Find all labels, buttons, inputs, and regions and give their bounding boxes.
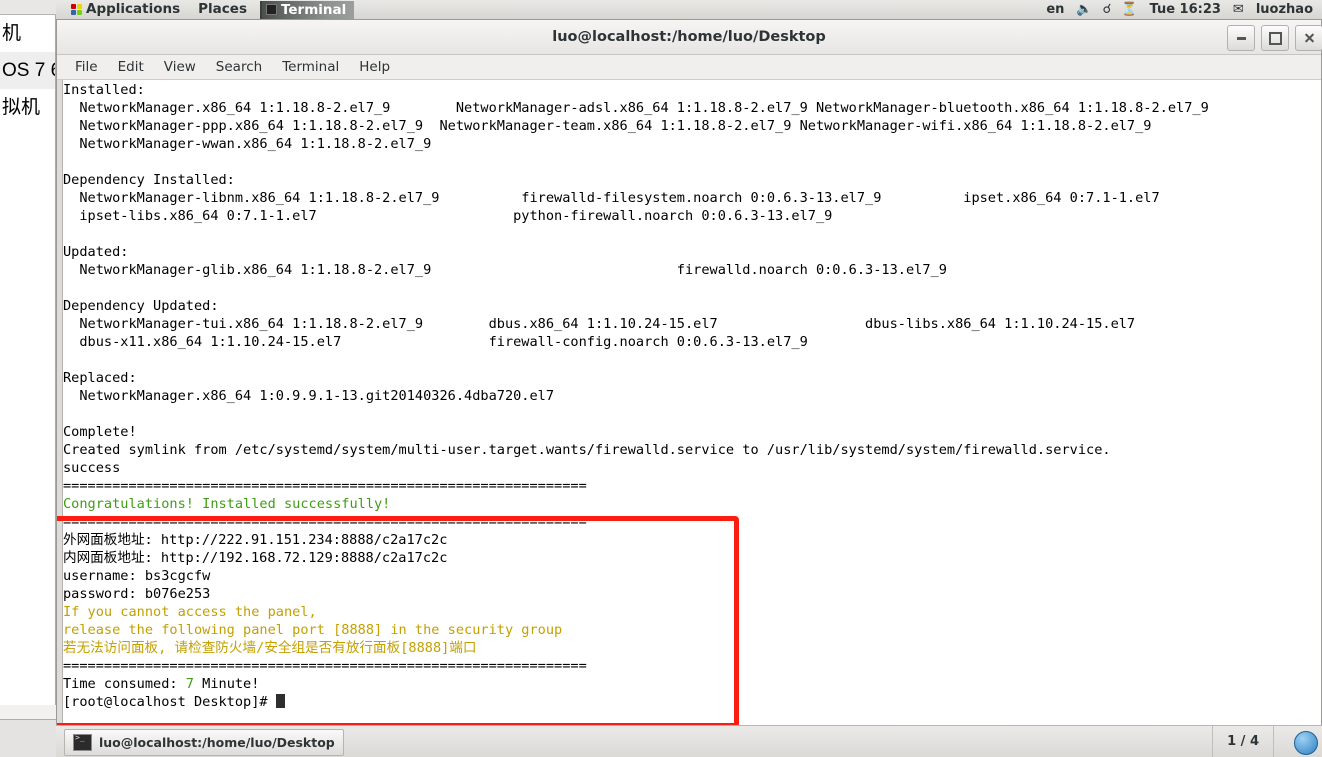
vm-tree-item[interactable]: 拟机 bbox=[0, 89, 55, 126]
user-icon: ✉ bbox=[1232, 2, 1244, 17]
time-consumed-unit: Minute! bbox=[193, 676, 260, 692]
terminal-line: NetworkManager.x86_64 1:1.18.8-2.el7_9 N… bbox=[63, 100, 1209, 116]
volume-icon[interactable]: 🔈 bbox=[1071, 0, 1097, 19]
terminal-line: Installed: bbox=[63, 82, 145, 98]
terminal-line: ========================================… bbox=[63, 478, 587, 494]
terminal-line: 外网面板地址: http://222.91.151.234:8888/c2a17… bbox=[63, 532, 448, 548]
places-menu[interactable]: Places bbox=[189, 0, 256, 19]
applications-menu-label: Applications bbox=[86, 1, 181, 17]
taskbar-window-button[interactable]: luo@localhost:/home/luo/Desktop bbox=[64, 729, 344, 756]
terminal-line: NetworkManager-ppp.x86_64 1:1.18.8-2.el7… bbox=[63, 118, 1152, 134]
terminal-window: luo@localhost:/home/luo/Desktop File Edi… bbox=[56, 19, 1322, 727]
window-title: luo@localhost:/home/luo/Desktop bbox=[552, 29, 826, 45]
window-controls bbox=[1227, 25, 1322, 51]
terminal-line: Complete! bbox=[63, 424, 137, 440]
applications-icon bbox=[71, 4, 82, 15]
maximize-button[interactable] bbox=[1261, 25, 1289, 51]
host-app-sidebar: 机 OS 7 6 拟机 ❯ bbox=[0, 0, 57, 757]
terminal-line: 内网面板地址: http://192.168.72.129:8888/c2a17… bbox=[63, 550, 448, 566]
vm-tree-item[interactable]: OS 7 6 bbox=[0, 52, 55, 89]
maximize-icon bbox=[1268, 31, 1282, 45]
panel-window-label: Terminal bbox=[280, 1, 347, 18]
terminal-line: dbus-x11.x86_64 1:1.10.24-15.el7 firewal… bbox=[63, 334, 808, 350]
terminal-line: NetworkManager.x86_64 1:0.9.9.1-13.git20… bbox=[63, 388, 555, 404]
terminal-line: ipset-libs.x86_64 0:7.1-1.el7 python-fir… bbox=[63, 208, 833, 224]
gnome-top-panel: Applications Places Terminal en 🔈 ☌ ⏳ Tu… bbox=[56, 0, 1322, 20]
terminal-line-time-consumed: Time consumed: 7 Minute! bbox=[63, 675, 1321, 693]
places-menu-label: Places bbox=[198, 1, 247, 17]
terminal-line: ========================================… bbox=[63, 514, 587, 530]
terminal-menubar: File Edit View Search Terminal Help bbox=[57, 55, 1321, 80]
user-menu[interactable]: luozhao bbox=[1249, 0, 1320, 19]
window-list-taskbar: luo@localhost:/home/luo/Desktop 1 / 4 bbox=[56, 725, 1322, 757]
keyboard-layout-indicator[interactable]: en bbox=[1039, 0, 1071, 19]
menu-search[interactable]: Search bbox=[206, 55, 272, 79]
bluetooth-icon[interactable]: ☌ bbox=[1098, 0, 1117, 19]
terminal-line: Congratulations! Installed successfully! bbox=[63, 496, 391, 512]
applications-menu[interactable]: Applications bbox=[62, 0, 189, 19]
panel-right-group: en 🔈 ☌ ⏳ Tue 16:23 ✉ luozhao bbox=[1039, 0, 1320, 19]
text-cursor bbox=[275, 694, 285, 708]
vm-tree-item[interactable]: 机 bbox=[0, 15, 55, 52]
network-icon[interactable]: ⏳ bbox=[1116, 0, 1142, 19]
panel-window-terminal[interactable]: Terminal bbox=[259, 0, 355, 19]
close-button[interactable] bbox=[1295, 25, 1322, 51]
terminal-body[interactable]: Installed: NetworkManager.x86_64 1:1.18.… bbox=[57, 80, 1321, 727]
taskbar-window-label: luo@localhost:/home/luo/Desktop bbox=[99, 735, 335, 750]
clock[interactable]: Tue 16:23 bbox=[1143, 0, 1228, 19]
panel-left-group: Applications Places Terminal bbox=[62, 0, 355, 19]
terminal-line: 若无法访问面板, 请检查防火墙/安全组是否有放行面板[8888]端口 bbox=[63, 640, 477, 656]
vm-library-tree[interactable]: 机 OS 7 6 拟机 bbox=[0, 15, 56, 705]
menu-help[interactable]: Help bbox=[349, 55, 400, 79]
terminal-line: success bbox=[63, 460, 121, 476]
time-consumed-label: Time consumed: bbox=[63, 676, 186, 692]
terminal-prompt-line[interactable]: [root@localhost Desktop]# bbox=[63, 693, 1321, 711]
terminal-line: NetworkManager-glib.x86_64 1:1.18.8-2.el… bbox=[63, 262, 947, 278]
terminal-line: release the following panel port [8888] … bbox=[63, 622, 563, 638]
menu-edit[interactable]: Edit bbox=[108, 55, 154, 79]
terminal-icon bbox=[265, 4, 277, 15]
terminal-line: Created symlink from /etc/systemd/system… bbox=[63, 442, 1111, 458]
close-icon bbox=[1304, 33, 1314, 43]
terminal-icon bbox=[73, 733, 92, 751]
terminal-line: Dependency Installed: bbox=[63, 172, 235, 188]
terminal-line: Dependency Updated: bbox=[63, 298, 219, 314]
terminal-line: If you cannot access the panel, bbox=[63, 604, 317, 620]
terminal-line: Replaced: bbox=[63, 370, 137, 386]
terminal-line: NetworkManager-tui.x86_64 1:1.18.8-2.el7… bbox=[63, 316, 1136, 332]
time-consumed-value: 7 bbox=[185, 676, 194, 692]
shell-prompt: [root@localhost Desktop]# bbox=[63, 694, 276, 710]
menu-view[interactable]: View bbox=[154, 55, 206, 79]
terminal-line: NetworkManager-libnm.x86_64 1:1.18.8-2.e… bbox=[63, 190, 1160, 206]
minimize-icon bbox=[1236, 36, 1246, 40]
window-titlebar[interactable]: luo@localhost:/home/luo/Desktop bbox=[57, 20, 1322, 55]
terminal-output: Installed: NetworkManager.x86_64 1:1.18.… bbox=[63, 81, 1321, 727]
menu-terminal[interactable]: Terminal bbox=[272, 55, 349, 79]
terminal-line: username: bs3cgcfw bbox=[63, 568, 211, 584]
minimize-button[interactable] bbox=[1227, 25, 1255, 51]
trash-icon[interactable] bbox=[1294, 731, 1318, 755]
terminal-line: NetworkManager-wwan.x86_64 1:1.18.8-2.el… bbox=[63, 136, 432, 152]
host-toolbar-stub bbox=[0, 0, 56, 15]
menu-file[interactable]: File bbox=[65, 55, 108, 79]
workspace-switcher[interactable]: 1 / 4 bbox=[1212, 726, 1274, 757]
terminal-line: password: b076e253 bbox=[63, 586, 211, 602]
terminal-line: ========================================… bbox=[63, 658, 587, 674]
taskbar-left-stub bbox=[0, 726, 56, 757]
terminal-line: Updated: bbox=[63, 244, 129, 260]
